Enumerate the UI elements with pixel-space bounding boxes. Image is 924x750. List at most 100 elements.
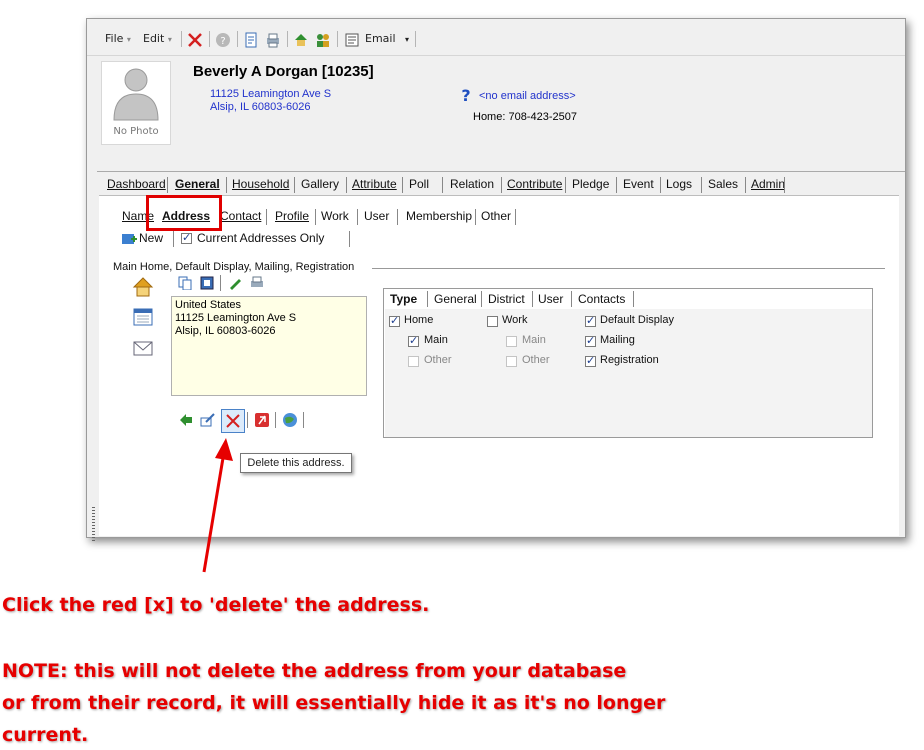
tab-divider xyxy=(427,291,428,307)
tab-household[interactable]: Household xyxy=(232,177,289,191)
tab-contribute[interactable]: Contribute xyxy=(507,177,562,191)
tab-event[interactable]: Event xyxy=(623,177,654,191)
email-link[interactable]: <no email address> xyxy=(479,90,576,102)
calendar-icon[interactable] xyxy=(131,305,155,329)
toolbar-divider xyxy=(303,412,304,428)
select-all-icon[interactable] xyxy=(199,275,215,291)
subtab-contact[interactable]: Contact xyxy=(220,209,261,223)
tab-gallery[interactable]: Gallery xyxy=(301,177,339,191)
work-other-label: Other xyxy=(522,354,550,366)
subtab-other[interactable]: Other xyxy=(481,209,511,223)
tab-divider xyxy=(515,209,516,225)
tab-poll[interactable]: Poll xyxy=(409,177,429,191)
group-line xyxy=(372,268,885,269)
tab-contacts[interactable]: Contacts xyxy=(578,292,625,306)
subtab-profile[interactable]: Profile xyxy=(275,209,309,223)
tab-sales[interactable]: Sales xyxy=(708,177,738,191)
edit-menu-label: Edit xyxy=(143,32,165,45)
subtab-work[interactable]: Work xyxy=(321,209,349,223)
red-arrow xyxy=(202,438,233,573)
toolbar: File ▾ Edit ▾ ? Email ▾ xyxy=(87,19,905,56)
instruction-line-4: current. xyxy=(2,724,89,746)
mailing-checkbox[interactable] xyxy=(585,334,596,347)
work-checkbox[interactable] xyxy=(487,316,498,327)
registration-checkbox[interactable] xyxy=(585,354,596,367)
subtab-user[interactable]: User xyxy=(364,209,389,223)
tab-divider xyxy=(784,177,785,193)
home-other-checkbox[interactable] xyxy=(408,356,419,367)
tab-divider xyxy=(442,177,443,193)
edit-menu[interactable]: Edit ▾ xyxy=(143,32,172,45)
tab-divider xyxy=(745,177,746,193)
toolbar-divider xyxy=(337,31,338,47)
tab-logs[interactable]: Logs xyxy=(666,177,692,191)
toolbar-divider xyxy=(287,31,288,47)
mailing-label: Mailing xyxy=(600,334,635,346)
print-icon[interactable] xyxy=(264,31,282,49)
svg-text:?: ? xyxy=(220,36,225,47)
instruction-line-3: or from their record, it will essentiall… xyxy=(2,692,666,714)
print-address-icon[interactable] xyxy=(249,275,265,291)
resize-grip[interactable] xyxy=(92,507,95,541)
toolbar-divider xyxy=(209,31,210,47)
new-button[interactable]: New xyxy=(139,231,163,245)
help-question-icon[interactable]: ? xyxy=(459,87,473,103)
tab-district[interactable]: District xyxy=(488,292,525,306)
tab-general[interactable]: General xyxy=(175,177,220,191)
subtab-membership[interactable]: Membership xyxy=(406,209,472,223)
tab-divider xyxy=(397,209,398,225)
delete-icon[interactable] xyxy=(186,31,204,49)
work-other-checkbox[interactable] xyxy=(506,356,517,367)
address-line-1[interactable]: 11125 Leamington Ave S xyxy=(210,88,331,100)
home-other-label: Other xyxy=(424,354,452,366)
default-display-checkbox[interactable] xyxy=(585,314,596,327)
instruction-line-1: Click the red [x] to 'delete' the addres… xyxy=(2,594,430,616)
tab-type-user[interactable]: User xyxy=(538,292,563,306)
toolbar-divider xyxy=(275,412,276,428)
home-icon[interactable] xyxy=(292,31,310,49)
tab-divider xyxy=(532,291,533,307)
tab-divider xyxy=(501,177,502,193)
edit-address-icon[interactable] xyxy=(199,411,217,429)
file-menu[interactable]: File ▾ xyxy=(105,32,131,45)
mail-envelope-icon[interactable] xyxy=(131,335,155,359)
address-display[interactable]: United States 11125 Leamington Ave S Als… xyxy=(171,296,367,396)
address-line-2[interactable]: Alsip, IL 60803-6026 xyxy=(210,101,311,113)
help-icon[interactable]: ? xyxy=(214,31,232,49)
instruction-line-2: NOTE: this will not delete the address f… xyxy=(2,660,627,682)
home-phone: Home: 708-423-2507 xyxy=(473,111,577,123)
people-icon[interactable] xyxy=(314,31,332,49)
toolbar-divider xyxy=(247,412,248,428)
tab-attribute[interactable]: Attribute xyxy=(352,177,397,191)
registration-label: Registration xyxy=(600,354,659,366)
globe-icon[interactable] xyxy=(281,411,299,429)
toolbar-divider xyxy=(220,275,221,291)
new-address-icon[interactable] xyxy=(121,231,137,247)
home-address-icon[interactable] xyxy=(131,275,155,299)
home-checkbox[interactable] xyxy=(389,314,400,327)
avatar[interactable]: No Photo xyxy=(101,61,171,145)
move-address-icon[interactable] xyxy=(177,411,195,429)
tab-pledge[interactable]: Pledge xyxy=(572,177,609,191)
person-silhouette-icon xyxy=(113,68,159,121)
edit-pen-icon[interactable] xyxy=(227,275,243,291)
tab-dashboard[interactable]: Dashboard xyxy=(107,177,166,191)
contact-name: Beverly A Dorgan [10235] xyxy=(193,63,374,80)
flag-icon[interactable] xyxy=(253,411,271,429)
address-tab-highlight xyxy=(146,195,222,231)
home-main-checkbox[interactable] xyxy=(408,334,419,347)
tab-type-general[interactable]: General xyxy=(434,292,477,306)
copy-icon[interactable] xyxy=(177,275,193,291)
address-actions-bar: New Current Addresses Only xyxy=(117,230,887,248)
email-menu[interactable]: Email ▾ xyxy=(365,32,409,45)
tab-relation[interactable]: Relation xyxy=(450,177,494,191)
home-main-label: Main xyxy=(424,334,448,346)
email-icon[interactable] xyxy=(343,31,361,49)
tab-admin[interactable]: Admin xyxy=(751,177,785,191)
current-only-checkbox[interactable] xyxy=(181,231,192,244)
work-main-checkbox[interactable] xyxy=(506,336,517,347)
report-icon[interactable] xyxy=(242,31,260,49)
tab-type[interactable]: Type xyxy=(390,292,417,306)
tab-divider xyxy=(226,177,227,193)
tab-divider xyxy=(565,177,566,193)
